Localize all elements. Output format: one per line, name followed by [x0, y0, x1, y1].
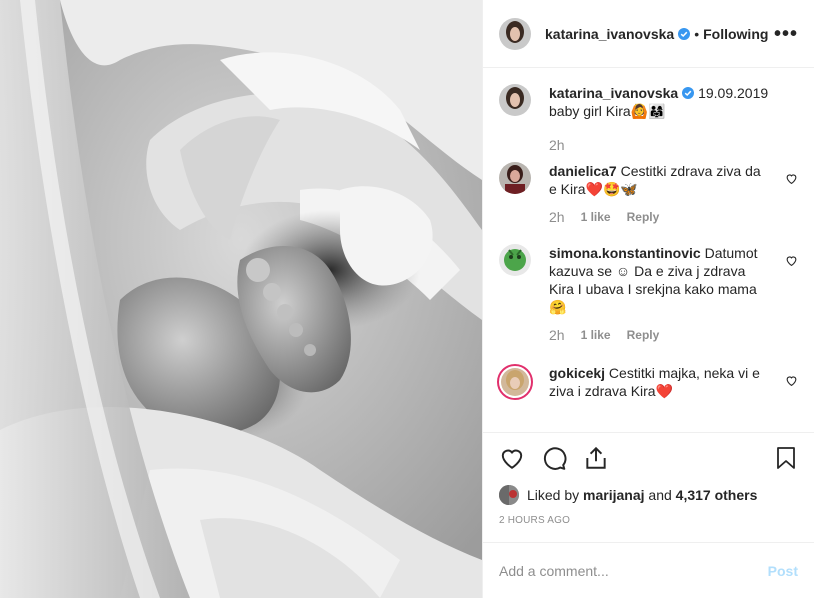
more-options-icon[interactable]: ••• [774, 24, 798, 44]
instagram-post: katarina_ivanovska • Following ••• katar… [0, 0, 814, 598]
liker-username[interactable]: marijanaj [583, 487, 644, 503]
like-comment-heart-icon[interactable] [785, 172, 798, 185]
likes-count[interactable]: 4,317 others [676, 487, 758, 503]
caption-date: 19.09.2019 [698, 85, 769, 101]
comment-username[interactable]: simona.konstantinovic [549, 245, 701, 261]
verified-badge-icon [678, 27, 691, 40]
commenter-avatar[interactable] [499, 162, 531, 194]
author-username[interactable]: katarina_ivanovska [545, 26, 674, 42]
baby-feet-photo [0, 0, 482, 598]
post-header: katarina_ivanovska • Following ••• [483, 0, 814, 68]
caption-username[interactable]: katarina_ivanovska [549, 85, 678, 101]
comments-section: katarina_ivanovska 19.09.2019 baby girl … [483, 68, 814, 432]
post-time-ago[interactable]: 2 HOURS AGO [499, 515, 798, 526]
share-icon[interactable] [583, 445, 609, 471]
following-button[interactable]: Following [703, 26, 768, 42]
caption-meta: 2h [549, 136, 772, 154]
verified-badge-icon [682, 87, 695, 99]
comment-time[interactable]: 2h [549, 208, 565, 226]
reply-button[interactable]: Reply [627, 326, 660, 344]
separator-dot: • [694, 25, 700, 42]
action-icons [499, 443, 798, 473]
liked-by-prefix: Liked by [527, 487, 580, 503]
post-side-panel: katarina_ivanovska • Following ••• katar… [482, 0, 814, 598]
caption-text: baby girl Kira🙆👨‍👩‍👧 [549, 103, 666, 119]
comment: danielica7 Cestitki zdrava ziva da e Kir… [499, 162, 798, 226]
comment-time[interactable]: 2h [549, 326, 565, 344]
comment-text-block: danielica7 Cestitki zdrava ziva da e Kir… [549, 162, 798, 226]
comment-likes[interactable]: 1 like [581, 326, 611, 344]
commenter-avatar[interactable] [499, 244, 531, 276]
add-comment-bar: Add a comment... Post [483, 542, 814, 598]
post-photo[interactable] [0, 0, 482, 598]
author-avatar[interactable] [499, 17, 531, 50]
like-comment-heart-icon[interactable] [785, 374, 798, 387]
comment-text-block: simona.konstantinovic Datumot kazuva se … [549, 244, 798, 344]
like-comment-heart-icon[interactable] [785, 254, 798, 267]
comment-username[interactable]: danielica7 [549, 163, 617, 179]
bookmark-icon[interactable] [774, 445, 798, 471]
post-actions: Liked by marijanaj and 4,317 others 2 HO… [483, 432, 814, 542]
comment-meta: 2h 1 like Reply [549, 326, 772, 344]
caption: katarina_ivanovska 19.09.2019 baby girl … [499, 84, 798, 154]
like-heart-icon[interactable] [499, 445, 525, 471]
comment-username[interactable]: gokicekj [549, 365, 605, 381]
comment-text-block: gokicekj Cestitki majka, neka vi e ziva … [549, 364, 798, 400]
comment-likes[interactable]: 1 like [581, 208, 611, 226]
comment-meta: 2h 1 like Reply [549, 208, 772, 226]
commenter-avatar-story-ring[interactable] [497, 364, 533, 400]
post-comment-button[interactable]: Post [768, 563, 798, 579]
add-comment-input[interactable]: Add a comment... [499, 563, 768, 579]
caption-time[interactable]: 2h [549, 136, 565, 154]
caption-avatar[interactable] [499, 84, 531, 116]
comment-bubble-icon[interactable] [541, 445, 567, 471]
liked-by-and: and [648, 487, 672, 503]
reply-button[interactable]: Reply [627, 208, 660, 226]
liker-avatar[interactable] [499, 485, 519, 505]
caption-text-block: katarina_ivanovska 19.09.2019 baby girl … [549, 84, 798, 154]
comment: simona.konstantinovic Datumot kazuva se … [499, 244, 798, 344]
comment: gokicekj Cestitki majka, neka vi e ziva … [497, 364, 798, 400]
liked-by: Liked by marijanaj and 4,317 others [499, 485, 798, 505]
